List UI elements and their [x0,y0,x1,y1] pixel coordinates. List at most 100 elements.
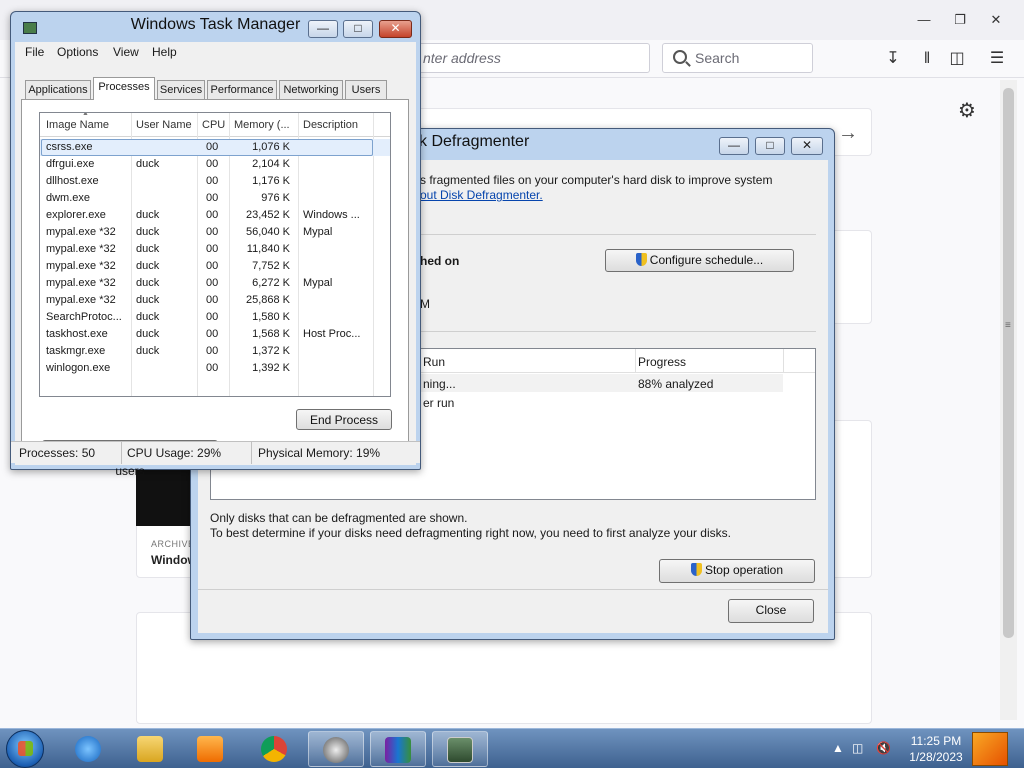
menu-file[interactable]: File [25,45,44,59]
cell-name: mypal.exe *32 [46,294,116,306]
search-input[interactable]: Search [662,43,813,73]
cell-mem: 1,176 K [252,175,290,187]
tab-users[interactable]: Users [345,80,387,99]
cell-mem: 1,580 K [252,311,290,323]
media-player-icon[interactable] [182,731,238,767]
tile-card[interactable] [830,420,872,578]
browser-maximize-button[interactable]: ❐ [948,11,972,29]
menu-icon[interactable]: ☰ [986,50,1008,68]
table-row[interactable]: SearchProtoc... duck 00 1,580 K [40,309,390,326]
table-row[interactable]: dwm.exe 00 976 K [40,190,390,207]
cell-name: SearchProtoc... [46,311,122,323]
cell-mem: 1,372 K [252,345,290,357]
table-row[interactable]: mypal.exe *32 duck 00 56,040 K Mypal [40,224,390,241]
menu-view[interactable]: View [113,45,139,59]
cell-mem: 1,076 K [252,141,290,153]
cell-user: duck [136,345,160,357]
column-header-run[interactable]: Run [423,355,445,369]
table-row[interactable]: csrss.exe 00 1,076 K [40,139,390,156]
column-header-cpu[interactable]: CPU [202,119,232,131]
address-bar[interactable]: nter address [410,43,650,73]
table-row[interactable]: mypal.exe *32 duck 00 6,272 K Mypal [40,275,390,292]
column-header-user-name[interactable]: User Name [136,119,198,131]
uac-shield-icon [690,563,702,576]
configure-schedule-button[interactable]: Configure schedule... [605,249,794,272]
table-row[interactable]: dllhost.exe 00 1,176 K [40,173,390,190]
cell-name: dllhost.exe [46,175,99,187]
gear-icon[interactable]: ⚙ [958,98,976,123]
table-row[interactable]: explorer.exe duck 00 23,452 K Windows ... [40,207,390,224]
intro-text: s fragmented files on your computer's ha… [420,173,773,187]
column-divider [635,349,636,373]
scrollbar-thumb[interactable] [1003,88,1014,638]
folder-icon[interactable] [122,731,178,767]
cell-cpu: 00 [206,243,219,255]
sidebar-icon[interactable]: ◫ [946,50,968,68]
end-process-button[interactable]: End Process [296,409,392,430]
tab-processes[interactable]: Processes [93,77,155,100]
download-icon[interactable]: ↧ [882,50,904,68]
menu-help[interactable]: Help [152,45,177,59]
cell-mem: 23,452 K [245,209,290,221]
column-header-description[interactable]: Description [303,119,373,131]
process-list[interactable]: Image Name User Name CPU Memory (... Des… [39,112,391,397]
maximize-button[interactable]: □ [343,20,373,38]
browser-scrollbar[interactable]: ≡ [1000,80,1017,720]
table-row[interactable]: mypal.exe *32 duck 00 25,868 K [40,292,390,309]
volume-muted-icon[interactable]: 🔇 [876,741,891,755]
table-row[interactable]: taskmgr.exe duck 00 1,372 K [40,343,390,360]
cell-cpu: 00 [206,209,219,221]
minimize-button[interactable]: — [308,20,338,38]
start-button[interactable] [6,730,44,768]
status-divider [251,442,252,464]
chrome-icon[interactable] [246,731,302,767]
close-window-button[interactable]: ✕ [379,20,412,38]
close-button[interactable]: Close [728,599,814,623]
clock-time: 11:25 PM [910,734,962,748]
network-icon[interactable]: ◫ [852,741,863,755]
browser-close-button[interactable]: ✕ [984,11,1008,29]
cell-user: duck [136,294,160,306]
cell-mem: 56,040 K [245,226,290,238]
column-header-memory[interactable]: Memory (... [234,119,296,131]
cell-cpu: 00 [206,226,219,238]
tile-card[interactable] [830,230,872,324]
about-defrag-link[interactable]: out Disk Defragmenter. [420,188,543,202]
table-row[interactable]: mypal.exe *32 duck 00 11,840 K [40,241,390,258]
library-icon[interactable]: ‖ [916,50,938,68]
tab-applications[interactable]: Applications [25,80,91,99]
internet-explorer-icon[interactable] [60,731,116,767]
tab-services[interactable]: Services [157,80,205,99]
raccoon-app-icon[interactable] [308,731,364,767]
table-row[interactable]: winlogon.exe 00 1,392 K [40,360,390,377]
disk-run-status: er run [423,396,455,410]
user-avatar[interactable] [972,732,1008,766]
minimize-button[interactable]: — [719,137,749,155]
column-divider [783,349,784,373]
cell-user: duck [136,243,160,255]
status-memory: Physical Memory: 19% [258,446,381,460]
task-manager-icon[interactable] [432,731,488,767]
maximize-button[interactable]: □ [755,137,785,155]
show-hidden-icons-icon[interactable]: ▲ [832,741,844,755]
column-header-progress[interactable]: Progress [638,355,686,369]
table-row[interactable]: dfrgui.exe duck 00 2,104 K [40,156,390,173]
scroll-grip-icon: ≡ [1005,320,1011,331]
column-header-image-name[interactable]: Image Name [46,119,132,131]
system-clock[interactable]: 11:25 PM 1/28/2023 [905,733,967,765]
menu-options[interactable]: Options [57,45,98,59]
close-window-button[interactable]: ✕ [791,137,823,155]
table-row[interactable]: mypal.exe *32 duck 00 7,752 K [40,258,390,275]
table-row[interactable]: taskhost.exe duck 00 1,568 K Host Proc... [40,326,390,343]
tab-performance[interactable]: Performance [207,80,277,99]
browser-minimize-button[interactable]: — [912,11,936,29]
tab-networking[interactable]: Networking [279,80,343,99]
cell-cpu: 00 [206,192,219,204]
stop-operation-button[interactable]: Stop operation [659,559,815,583]
winrar-icon[interactable] [370,731,426,767]
arrow-right-icon[interactable]: → [838,122,858,145]
cell-user: duck [136,328,160,340]
clock-date: 1/28/2023 [909,750,963,764]
next-run-text: M [420,297,430,311]
archive-label: ARCHIVE [151,539,195,549]
